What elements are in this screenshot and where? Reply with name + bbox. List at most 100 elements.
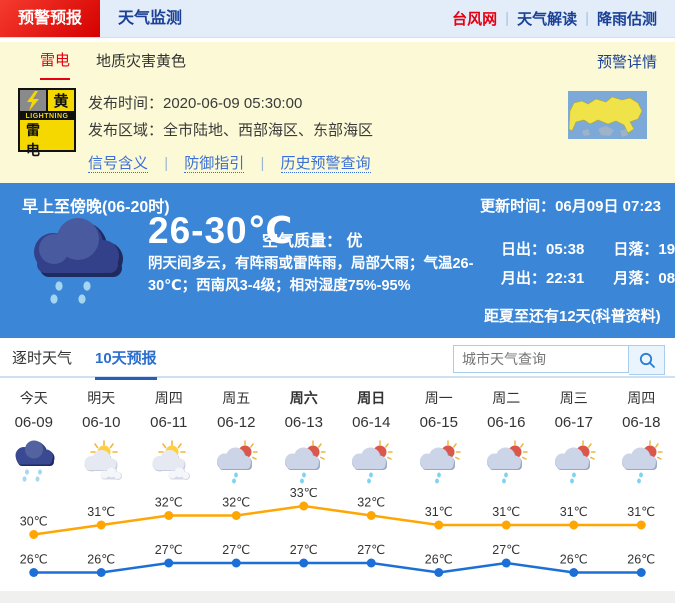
temp-label: 33℃	[290, 488, 318, 500]
temp-label: 32℃	[155, 496, 183, 510]
sun-shower-icon	[550, 440, 598, 486]
day-weather-icon[interactable]	[203, 436, 271, 492]
day-name: 周三	[540, 386, 608, 410]
forecast-day-column[interactable]: 周二06-16	[473, 386, 541, 492]
rain-cloud-icon	[18, 213, 136, 318]
temp-point[interactable]	[29, 568, 38, 577]
day-weather-icon[interactable]	[608, 436, 675, 492]
forecast-day-column[interactable]: 周三06-17	[540, 386, 608, 492]
search-icon	[638, 351, 656, 369]
temp-label: 26℃	[560, 553, 588, 567]
day-weather-icon[interactable]	[135, 436, 203, 492]
link-rain-estimate[interactable]: 降雨估测	[589, 8, 665, 29]
forecast-day-column[interactable]: 周四06-18	[608, 386, 675, 492]
temp-point[interactable]	[164, 511, 173, 520]
day-weather-icon[interactable]	[473, 436, 541, 492]
temp-label: 31℃	[425, 505, 453, 519]
forecast-day-column[interactable]: 今天06-09	[0, 386, 68, 492]
link-separator: |	[260, 155, 264, 172]
forecast-day-column[interactable]: 周六06-13	[270, 386, 338, 492]
temp-point[interactable]	[97, 521, 106, 530]
update-time: 更新时间：06月09日 07:23	[480, 195, 661, 216]
warning-area-map-thumbnail[interactable]	[568, 91, 647, 139]
day-name: 周二	[473, 386, 541, 410]
temperature-line-chart: 30℃31℃32℃32℃33℃32℃31℃31℃31℃31℃26℃26℃27℃2…	[0, 488, 675, 591]
temp-line	[34, 506, 642, 535]
day-weather-icon[interactable]	[0, 436, 68, 492]
day-weather-icon[interactable]	[270, 436, 338, 492]
sun-shower-icon	[617, 440, 665, 486]
day-name: 明天	[68, 386, 136, 410]
tab-ten-day-forecast[interactable]: 10天预报	[95, 347, 157, 380]
sun-shower-icon	[482, 440, 530, 486]
forecast-day-column[interactable]: 明天06-10	[68, 386, 136, 492]
alert-detail-link[interactable]: 预警详情	[597, 51, 657, 72]
temp-line	[34, 563, 642, 573]
day-name: 周一	[405, 386, 473, 410]
temp-label: 32℃	[357, 496, 385, 510]
ten-day-forecast-row: 今天06-09 明天06-10 周四06-11 周五06-12 周六06-13	[0, 386, 675, 492]
link-defense-guide[interactable]: 防御指引	[184, 155, 244, 173]
temp-point[interactable]	[569, 521, 578, 530]
temp-point[interactable]	[502, 559, 511, 568]
temp-point[interactable]	[637, 521, 646, 530]
day-weather-icon[interactable]	[405, 436, 473, 492]
tab-weather-monitor[interactable]: 天气监测	[100, 0, 200, 37]
link-signal-meaning[interactable]: 信号含义	[88, 155, 148, 173]
moonrise-time: 月出：22:31	[500, 266, 610, 293]
link-weather-explain[interactable]: 天气解读	[509, 8, 585, 29]
alert-type-geohazard[interactable]: 地质灾害黄色	[96, 44, 186, 79]
temp-point[interactable]	[434, 568, 443, 577]
temp-point[interactable]	[367, 511, 376, 520]
temp-point[interactable]	[164, 559, 173, 568]
day-date: 06-12	[203, 410, 271, 436]
temp-label: 27℃	[222, 543, 250, 557]
link-history-query[interactable]: 历史预警查询	[281, 155, 371, 173]
day-name: 周日	[338, 386, 406, 410]
tab-hourly-weather[interactable]: 逐时天气	[12, 347, 72, 377]
day-weather-icon[interactable]	[338, 436, 406, 492]
day-name: 周四	[135, 386, 203, 410]
warning-band-text: LIGHTNING	[20, 111, 74, 120]
day-date: 06-16	[473, 410, 541, 436]
temp-point[interactable]	[502, 521, 511, 530]
day-weather-icon[interactable]	[68, 436, 136, 492]
temp-point[interactable]	[299, 559, 308, 568]
temp-label: 26℃	[87, 553, 115, 567]
temp-label: 27℃	[155, 543, 183, 557]
bottom-scroll-strip[interactable]	[0, 591, 675, 603]
temp-point[interactable]	[29, 530, 38, 539]
forecast-day-column[interactable]: 周一06-15	[405, 386, 473, 492]
temp-point[interactable]	[434, 521, 443, 530]
temp-point[interactable]	[569, 568, 578, 577]
weather-description: 阴天间多云，有阵雨或雷阵雨，局部大雨；气温26-30℃；西南风3-4级；相对湿度…	[148, 253, 478, 298]
moonset-time: 月落：08:42	[612, 266, 675, 293]
partly-cloudy-icon	[77, 440, 125, 486]
day-date: 06-09	[0, 410, 68, 436]
day-weather-icon[interactable]	[540, 436, 608, 492]
temp-point[interactable]	[637, 568, 646, 577]
city-search	[453, 345, 665, 375]
search-input[interactable]	[453, 345, 629, 373]
temp-label: 26℃	[627, 553, 655, 567]
temp-point[interactable]	[97, 568, 106, 577]
sun-shower-icon	[347, 440, 395, 486]
temp-point[interactable]	[367, 559, 376, 568]
temp-label: 31℃	[560, 505, 588, 519]
temp-point[interactable]	[299, 502, 308, 511]
alert-type-lightning[interactable]: 雷电	[40, 43, 70, 80]
tab-warning-forecast[interactable]: 预警预报	[0, 0, 100, 37]
weather-page: 预警预报 天气监测 台风网 | 天气解读 | 降雨估测 雷电 地质灾害黄色 预警…	[0, 0, 675, 603]
day-date: 06-10	[68, 410, 136, 436]
temp-point[interactable]	[232, 511, 241, 520]
solstice-note[interactable]: 距夏至还有12天(科普资料)	[484, 305, 661, 326]
forecast-day-column[interactable]: 周五06-12	[203, 386, 271, 492]
forecast-day-column[interactable]: 周日06-14	[338, 386, 406, 492]
forecast-tab-bar: 逐时天气 10天预报	[0, 338, 675, 378]
temp-point[interactable]	[232, 559, 241, 568]
day-date: 06-15	[405, 410, 473, 436]
forecast-day-column[interactable]: 周四06-11	[135, 386, 203, 492]
current-conditions-panel: 早上至傍晚(06-20时) 更新时间：06月09日 07:23	[0, 183, 675, 338]
search-button[interactable]	[629, 345, 665, 375]
link-typhoon-net[interactable]: 台风网	[444, 8, 505, 29]
